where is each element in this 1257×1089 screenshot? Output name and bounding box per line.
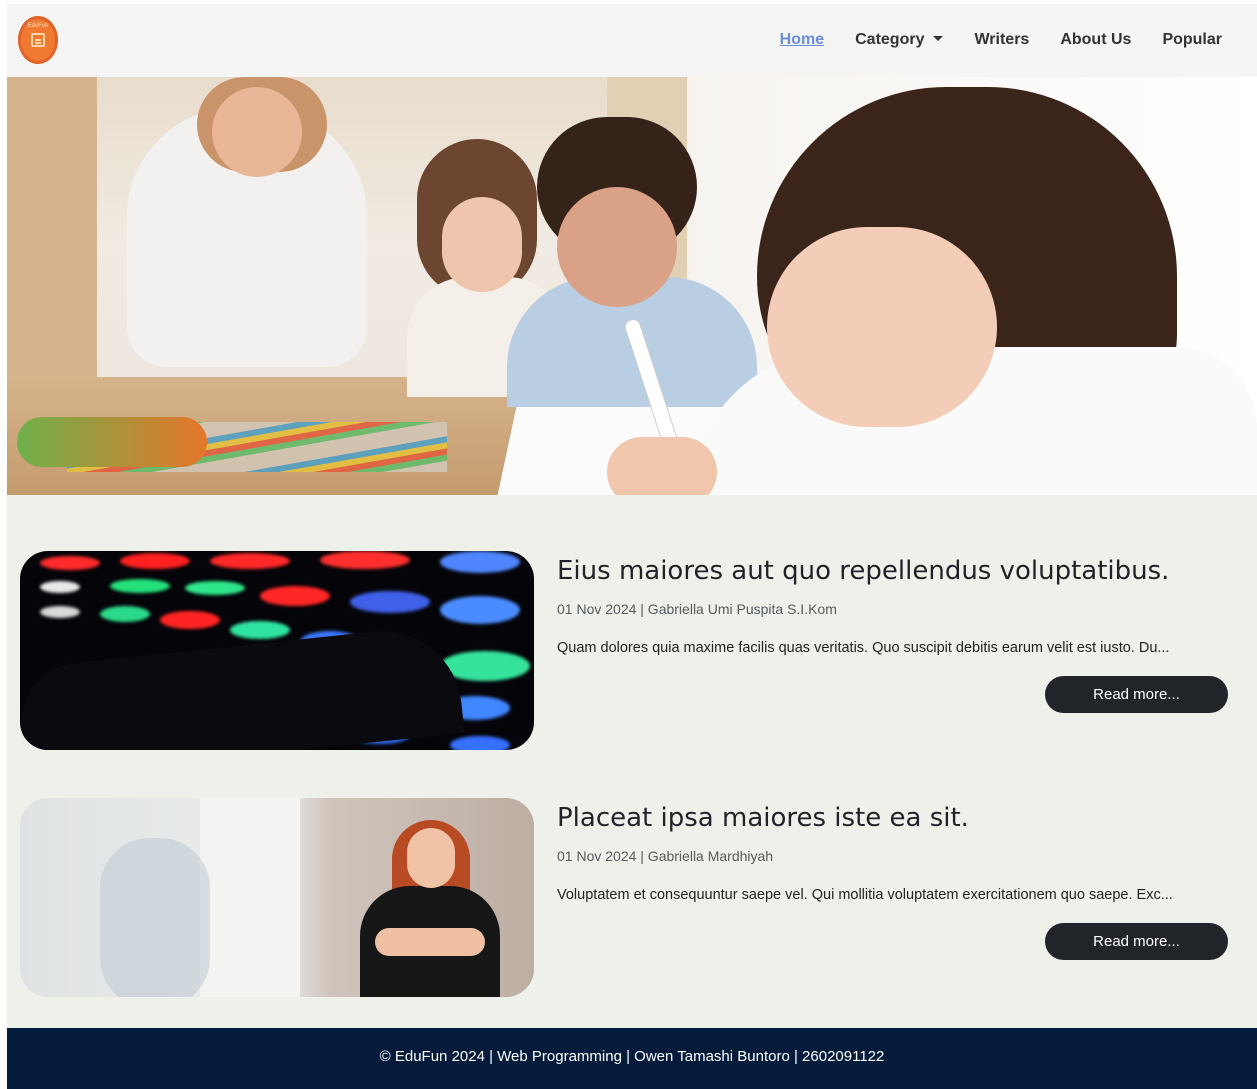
- article-meta: 01 Nov 2024 | Gabriella Umi Puspita S.I.…: [557, 601, 837, 617]
- article-thumbnail[interactable]: [20, 551, 534, 750]
- article-excerpt: Quam dolores quia maxime facilis quas ve…: [557, 640, 1170, 656]
- article-title[interactable]: Placeat ipsa maiores iste ea sit.: [557, 803, 969, 833]
- article-title[interactable]: Eius maiores aut quo repellendus volupta…: [557, 556, 1169, 586]
- nav-menu: Home Category Writers About Us Popular: [780, 31, 1222, 49]
- read-more-button[interactable]: Read more...: [1045, 923, 1228, 960]
- page: EduFun Home Category Writers About Us Po…: [7, 4, 1257, 1089]
- article-card: Eius maiores aut quo repellendus volupta…: [20, 551, 1235, 751]
- nav-about-us-link[interactable]: About Us: [1060, 31, 1131, 49]
- article-meta: 01 Nov 2024 | Gabriella Mardhiyah: [557, 848, 774, 864]
- nav-category-label: Category: [855, 31, 925, 48]
- book-icon: [31, 33, 45, 47]
- navbar: EduFun Home Category Writers About Us Po…: [7, 4, 1257, 77]
- article-excerpt: Voluptatem et consequuntur saepe vel. Qu…: [557, 887, 1173, 903]
- read-more-button[interactable]: Read more...: [1045, 676, 1228, 713]
- nav-writers-link[interactable]: Writers: [974, 31, 1029, 49]
- footer: © EduFun 2024 | Web Programming | Owen T…: [7, 1028, 1257, 1089]
- nav-home-link[interactable]: Home: [780, 31, 824, 49]
- hero-banner-image: [7, 77, 1257, 495]
- edufun-logo[interactable]: EduFun: [18, 16, 58, 64]
- caret-down-icon: [933, 36, 944, 41]
- nav-popular-link[interactable]: Popular: [1162, 31, 1222, 49]
- article-card: Placeat ipsa maiores iste ea sit. 01 Nov…: [20, 798, 1235, 998]
- nav-category-dropdown[interactable]: Category: [855, 31, 944, 49]
- logo-text: EduFun: [27, 23, 49, 29]
- footer-text: © EduFun 2024 | Web Programming | Owen T…: [379, 1048, 885, 1065]
- article-thumbnail[interactable]: [20, 798, 534, 997]
